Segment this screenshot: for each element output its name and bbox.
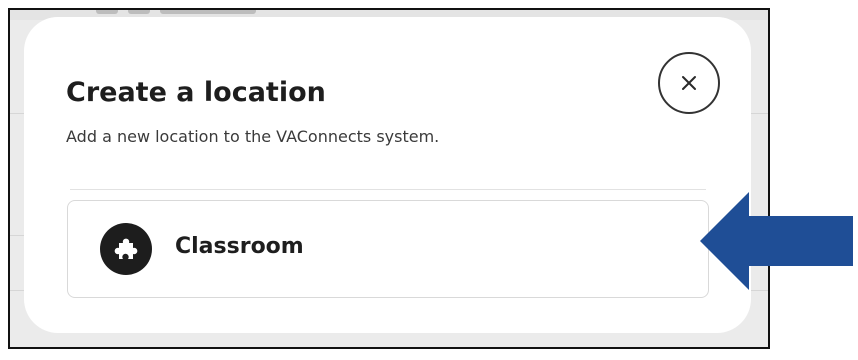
divider (70, 189, 706, 190)
background-page-heading-fragment (96, 10, 286, 16)
close-icon (682, 76, 696, 90)
left-arrow-pointer (700, 192, 853, 290)
puzzle-piece-icon (114, 238, 138, 259)
screenshot-frame: Create a location Add a new location to … (8, 8, 770, 349)
dialog-title: Create a location (66, 77, 326, 108)
dialog-subtitle: Add a new location to the VAConnects sys… (66, 127, 440, 146)
location-option-classroom[interactable]: Classroom (67, 200, 709, 298)
close-button[interactable] (658, 52, 720, 114)
option-icon-badge (100, 223, 152, 275)
create-location-dialog: Create a location Add a new location to … (24, 17, 751, 333)
option-label: Classroom (175, 234, 304, 259)
